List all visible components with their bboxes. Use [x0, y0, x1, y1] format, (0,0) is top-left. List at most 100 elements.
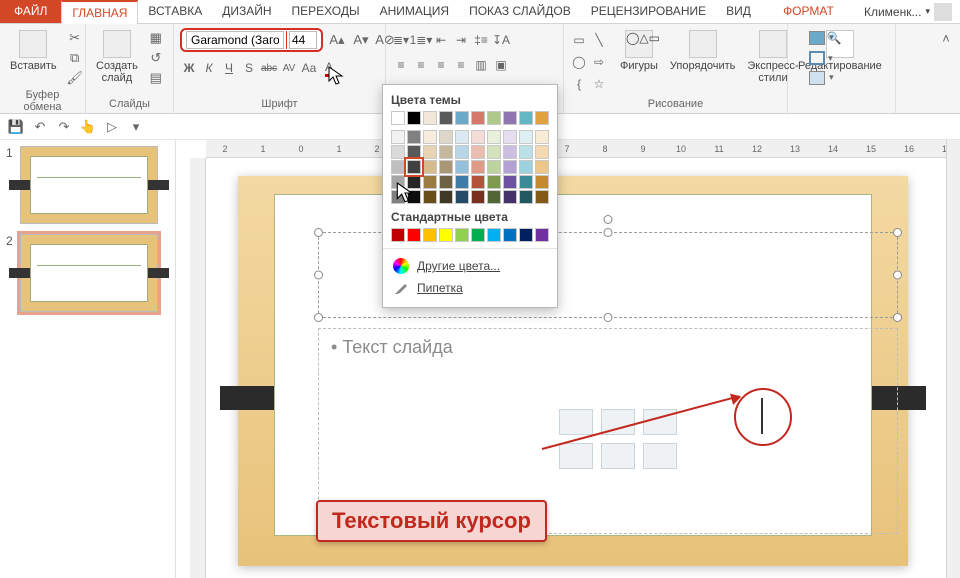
shrink-font-button[interactable]: A▾ [351, 30, 371, 50]
shape-line-button[interactable]: ╲ [590, 31, 608, 49]
slide-canvas-area[interactable]: 210123456789101112131415161718 • Текст с… [176, 140, 960, 578]
tab-animation[interactable]: АНИМАЦИЯ [370, 0, 459, 23]
resize-handle[interactable] [314, 228, 323, 237]
font-name-input[interactable] [186, 31, 284, 49]
paste-button[interactable]: Вставить [6, 28, 61, 74]
color-swatch[interactable] [455, 175, 469, 189]
color-swatch[interactable] [391, 228, 405, 242]
color-swatch[interactable] [455, 111, 469, 125]
color-swatch[interactable] [503, 130, 517, 144]
color-swatch[interactable] [535, 160, 549, 174]
color-swatch[interactable] [439, 160, 453, 174]
color-swatch[interactable] [535, 190, 549, 204]
reset-button[interactable]: ↺ [146, 48, 166, 68]
tab-design[interactable]: ДИЗАЙН [212, 0, 281, 23]
shape-oval-button[interactable]: ◯ [570, 53, 588, 71]
color-swatch[interactable] [519, 190, 533, 204]
color-swatch[interactable] [455, 160, 469, 174]
align-right-button[interactable]: ≡ [432, 56, 450, 74]
color-swatch[interactable] [423, 130, 437, 144]
underline-button[interactable]: Ч [220, 59, 238, 77]
shapes-button[interactable]: ◯△▭ Фигуры [616, 28, 662, 74]
shape-star-button[interactable]: ☆ [590, 75, 608, 93]
indent-inc-button[interactable]: ⇥ [452, 31, 470, 49]
shape-arrow-button[interactable]: ⇨ [590, 53, 608, 71]
color-swatch[interactable] [503, 111, 517, 125]
color-swatch[interactable] [519, 130, 533, 144]
color-swatch[interactable] [535, 111, 549, 125]
collapse-ribbon-button[interactable]: ˄ [936, 28, 956, 48]
color-swatch[interactable] [519, 228, 533, 242]
color-swatch[interactable] [455, 145, 469, 159]
color-swatch[interactable] [535, 145, 549, 159]
thumbnail-pane[interactable]: 1 2 [0, 140, 176, 578]
color-swatch[interactable] [471, 145, 485, 159]
save-button[interactable]: 💾 [6, 117, 26, 137]
qat-more-button[interactable]: ▾ [126, 117, 146, 137]
color-swatch[interactable] [439, 145, 453, 159]
clear-format-button[interactable]: A⊘ [375, 30, 395, 50]
color-swatch[interactable] [487, 175, 501, 189]
font-size-input[interactable] [289, 31, 317, 49]
color-swatch[interactable] [439, 130, 453, 144]
tab-file[interactable]: ФАЙЛ [0, 0, 61, 23]
cut-button[interactable]: ✂ [65, 28, 85, 48]
color-swatch[interactable] [503, 190, 517, 204]
color-swatch[interactable] [391, 145, 405, 159]
color-swatch[interactable] [455, 228, 469, 242]
color-swatch[interactable] [391, 130, 405, 144]
color-swatch[interactable] [423, 228, 437, 242]
color-swatch[interactable] [423, 190, 437, 204]
color-swatch[interactable] [519, 111, 533, 125]
color-swatch[interactable] [423, 111, 437, 125]
resize-handle[interactable] [314, 313, 323, 322]
copy-button[interactable]: ⧉ [65, 48, 85, 68]
smartart-button[interactable]: ▣ [492, 56, 510, 74]
color-swatch[interactable] [391, 160, 405, 174]
color-swatch[interactable] [439, 175, 453, 189]
color-swatch[interactable] [407, 160, 421, 174]
color-swatch[interactable] [471, 175, 485, 189]
tab-format[interactable]: ФОРМАТ [773, 0, 844, 23]
tab-slideshow[interactable]: ПОКАЗ СЛАЙДОВ [459, 0, 581, 23]
color-swatch[interactable] [519, 175, 533, 189]
color-swatch[interactable] [503, 160, 517, 174]
color-swatch[interactable] [471, 228, 485, 242]
resize-handle[interactable] [893, 271, 902, 280]
insert-table-icon[interactable] [559, 409, 593, 435]
color-swatch[interactable] [535, 228, 549, 242]
color-swatch[interactable] [503, 175, 517, 189]
align-justify-button[interactable]: ≡ [452, 56, 470, 74]
textdir-button[interactable]: ↧A [492, 31, 510, 49]
bold-button[interactable]: Ж [180, 59, 198, 77]
vertical-scrollbar[interactable] [946, 140, 960, 578]
color-swatch[interactable] [487, 130, 501, 144]
columns-button[interactable]: ▥ [472, 56, 490, 74]
format-painter-button[interactable]: 🖌 [65, 68, 85, 88]
color-swatch[interactable] [487, 190, 501, 204]
undo-button[interactable]: ↶ [30, 117, 50, 137]
color-swatch[interactable] [503, 228, 517, 242]
color-swatch[interactable] [423, 175, 437, 189]
numbering-button[interactable]: 1≣▾ [412, 31, 430, 49]
shape-brace-button[interactable]: { [570, 75, 588, 93]
color-swatch[interactable] [407, 145, 421, 159]
insert-video-icon[interactable] [643, 443, 677, 469]
color-swatch[interactable] [471, 111, 485, 125]
color-swatch[interactable] [407, 111, 421, 125]
color-swatch[interactable] [487, 111, 501, 125]
rotate-handle[interactable] [604, 215, 613, 224]
color-swatch[interactable] [487, 160, 501, 174]
section-button[interactable]: ▤ [146, 68, 166, 88]
color-swatch[interactable] [487, 145, 501, 159]
indent-dec-button[interactable]: ⇤ [432, 31, 450, 49]
redo-button[interactable]: ↷ [54, 117, 74, 137]
color-swatch[interactable] [519, 160, 533, 174]
color-swatch[interactable] [471, 190, 485, 204]
user-menu[interactable]: Клименк... ▾ [856, 0, 960, 23]
shape-rect-button[interactable]: ▭ [570, 31, 588, 49]
resize-handle[interactable] [604, 313, 613, 322]
color-swatch[interactable] [407, 228, 421, 242]
tab-insert[interactable]: ВСТАВКА [138, 0, 212, 23]
tab-view[interactable]: ВИД [716, 0, 761, 23]
